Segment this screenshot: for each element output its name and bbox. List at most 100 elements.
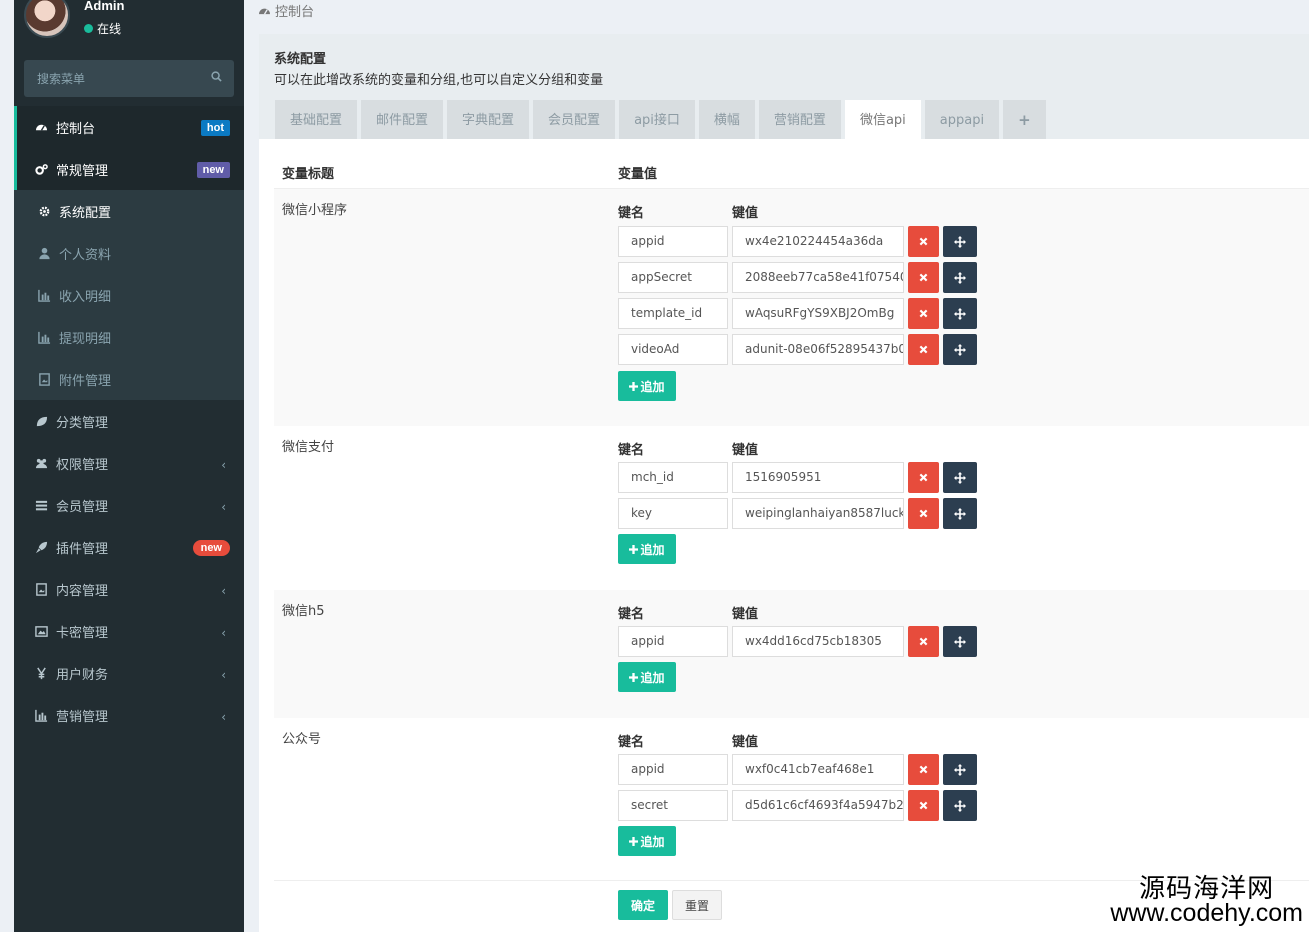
menu-item-marketing[interactable]: 营销管理 ‹ — [14, 694, 244, 736]
tab-basic[interactable]: 基础配置 — [275, 100, 358, 139]
tab-marketing[interactable]: 营销配置 — [758, 100, 841, 139]
value-input[interactable]: wx4dd16cd75cb18305 — [732, 626, 904, 657]
tab-wechat-api[interactable]: 微信api — [844, 100, 921, 139]
append-button[interactable]: 追加 — [618, 826, 676, 856]
delete-button[interactable] — [908, 790, 939, 821]
key-header: 键名 — [618, 607, 645, 622]
close-icon — [919, 637, 928, 646]
menu-item-permission[interactable]: 权限管理 ‹ — [14, 442, 244, 484]
submit-button[interactable]: 确定 — [618, 890, 668, 920]
chevron-left-icon: ‹ — [221, 668, 226, 682]
drag-handle[interactable] — [943, 334, 977, 365]
value-input[interactable]: d5d61c6cf4693f4a5947b2 — [732, 790, 904, 821]
menu-item-category[interactable]: 分类管理 — [14, 400, 244, 442]
arrows-icon — [954, 799, 966, 812]
submenu-general: 系统配置 个人资料 收入明细 提现明细 附件管理 — [14, 190, 244, 400]
close-icon — [919, 309, 928, 318]
key-input[interactable]: appid — [618, 754, 728, 785]
menu-item-member[interactable]: 会员管理 ‹ — [14, 484, 244, 526]
append-button[interactable]: 追加 — [618, 371, 676, 401]
menu-item-content[interactable]: 内容管理 ‹ — [14, 568, 244, 610]
value-input[interactable]: adunit-08e06f52895437b0 — [732, 334, 904, 365]
breadcrumb-item[interactable]: 控制台 — [275, 1, 314, 20]
key-header: 键名 — [618, 735, 645, 750]
arrows-icon — [954, 635, 966, 648]
avatar[interactable] — [24, 0, 70, 38]
tab-api[interactable]: api接口 — [619, 100, 695, 139]
key-input[interactable]: appid — [618, 626, 728, 657]
key-input[interactable]: appSecret — [618, 262, 728, 293]
key-input[interactable]: secret — [618, 790, 728, 821]
drag-handle[interactable] — [943, 298, 977, 329]
submenu-item-system-config[interactable]: 系统配置 — [14, 190, 244, 232]
delete-button[interactable] — [908, 626, 939, 657]
drag-handle[interactable] — [943, 462, 977, 493]
drag-handle[interactable] — [943, 790, 977, 821]
drag-handle[interactable] — [943, 498, 977, 529]
menu-item-finance[interactable]: 用户财务 ‹ — [14, 652, 244, 694]
append-button[interactable]: 追加 — [618, 662, 676, 692]
menu-label: 收入明细 — [59, 289, 112, 305]
tab-member[interactable]: 会员配置 — [533, 100, 616, 139]
close-icon — [919, 345, 928, 354]
submenu-item-attachment[interactable]: 附件管理 — [14, 358, 244, 400]
key-input[interactable]: appid — [618, 226, 728, 257]
tab-dictionary[interactable]: 字典配置 — [447, 100, 530, 139]
table-header: 变量标题 变量值 — [274, 157, 1309, 189]
key-input[interactable]: mch_id — [618, 462, 728, 493]
submenu-item-profile[interactable]: 个人资料 — [14, 232, 244, 274]
value-input[interactable]: 1516905951 — [732, 462, 904, 493]
value-header: 键值 — [732, 443, 759, 458]
append-button[interactable]: 追加 — [618, 534, 676, 564]
value-input[interactable]: 2088eeb77ca58e41f07540 — [732, 262, 904, 293]
drag-handle[interactable] — [943, 262, 977, 293]
menu-item-plugin[interactable]: 插件管理 new — [14, 526, 244, 568]
arrows-icon — [954, 343, 966, 356]
sidebar: Admin 在线 控制台 hot 常规管理 new 系统配置 个人资 — [14, 0, 244, 932]
delete-button[interactable] — [908, 462, 939, 493]
tab-banner[interactable]: 横幅 — [698, 100, 755, 139]
arrows-icon — [954, 271, 966, 284]
drag-handle[interactable] — [943, 626, 977, 657]
config-group: 微信小程序 键名 键值 appid wx4e210224454a36da app… — [274, 189, 1309, 426]
search-icon[interactable] — [211, 71, 222, 82]
panel-title: 系统配置 — [274, 52, 327, 67]
delete-button[interactable] — [908, 226, 939, 257]
value-input[interactable]: wx4e210224454a36da — [732, 226, 904, 257]
hot-badge: hot — [200, 120, 230, 136]
delete-button[interactable] — [908, 298, 939, 329]
drag-handle[interactable] — [943, 226, 977, 257]
chevron-left-icon: ‹ — [221, 500, 226, 514]
menu-item-dashboard[interactable]: 控制台 hot — [14, 106, 244, 148]
menu-label: 内容管理 — [56, 583, 109, 599]
user-status: 在线 — [84, 20, 121, 37]
key-input[interactable]: key — [618, 498, 728, 529]
delete-button[interactable] — [908, 498, 939, 529]
delete-button[interactable] — [908, 754, 939, 785]
config-tabs: 基础配置 邮件配置 字典配置 会员配置 api接口 横幅 营销配置 微信api … — [275, 100, 1046, 139]
menu-label: 营销管理 — [56, 709, 109, 725]
delete-button[interactable] — [908, 262, 939, 293]
tab-appapi[interactable]: appapi — [924, 100, 1000, 139]
tab-add[interactable]: + — [1003, 100, 1046, 139]
value-input[interactable]: wAqsuRFgYS9XBJ2OmBg — [732, 298, 904, 329]
submenu-item-withdraw[interactable]: 提现明细 — [14, 316, 244, 358]
menu-item-general[interactable]: 常规管理 new — [14, 148, 244, 190]
tab-email[interactable]: 邮件配置 — [361, 100, 444, 139]
drag-handle[interactable] — [943, 754, 977, 785]
value-input[interactable]: weipinglanhaiyan8587luck — [732, 498, 904, 529]
user-icon — [37, 246, 51, 260]
online-dot-icon — [84, 24, 93, 33]
append-label: 追加 — [640, 670, 665, 685]
arrows-icon — [954, 307, 966, 320]
key-input[interactable]: template_id — [618, 298, 728, 329]
search-input[interactable] — [24, 60, 204, 97]
reset-button[interactable]: 重置 — [672, 890, 722, 920]
plus-icon — [629, 544, 639, 554]
arrows-icon — [954, 471, 966, 484]
submenu-item-income[interactable]: 收入明细 — [14, 274, 244, 316]
delete-button[interactable] — [908, 334, 939, 365]
value-input[interactable]: wxf0c41cb7eaf468e1 — [732, 754, 904, 785]
menu-item-card[interactable]: 卡密管理 ‹ — [14, 610, 244, 652]
key-input[interactable]: videoAd — [618, 334, 728, 365]
